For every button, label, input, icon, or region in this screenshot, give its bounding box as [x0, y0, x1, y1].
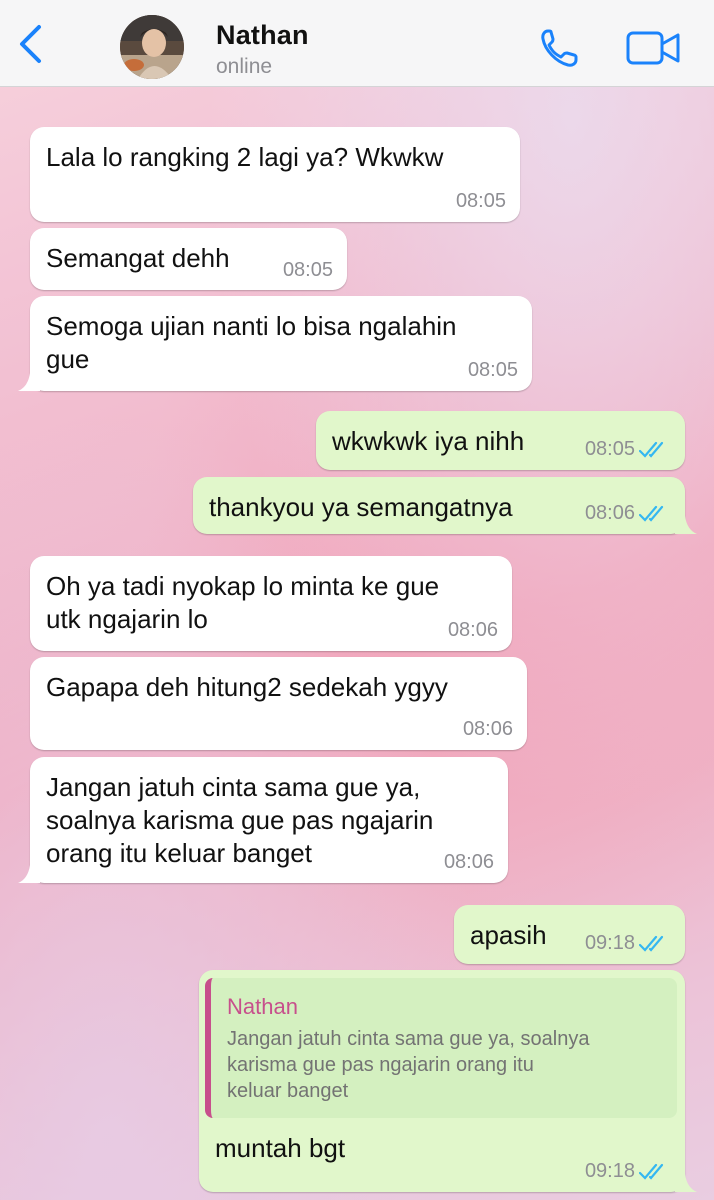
bubble-tail: [18, 373, 40, 391]
outgoing-message[interactable]: apasih 09:18: [454, 905, 685, 964]
message-time: 09:18: [584, 1160, 635, 1182]
chevron-left-icon: [17, 24, 43, 69]
quoted-message[interactable]: Nathan Jangan jatuh cinta sama gue ya, s…: [205, 978, 677, 1118]
quoted-text: Jangan jatuh cinta sama gue ya, soalnya …: [227, 1028, 590, 1102]
bubble-tail: [675, 1174, 697, 1192]
back-button[interactable]: [12, 24, 48, 68]
message-meta: 08:06: [585, 502, 669, 525]
message-meta: 08:05: [456, 190, 506, 213]
message-meta: 08:05: [283, 259, 333, 282]
message-time: 09:18: [584, 932, 635, 954]
message-time: 08:06: [443, 851, 494, 873]
message-meta: 08:06: [463, 718, 513, 741]
incoming-message[interactable]: Jangan jatuh cinta sama gue ya, soalnya …: [18, 757, 508, 883]
contact-status: online: [216, 55, 273, 78]
incoming-message[interactable]: Lala lo rangking 2 lagi ya? Wkwkw 08:05: [30, 127, 520, 222]
message-time: 08:05: [455, 190, 506, 212]
incoming-message[interactable]: Semangat dehh 08:05: [30, 228, 347, 290]
message-meta: 08:06: [444, 851, 494, 874]
outgoing-message[interactable]: wkwkwk iya nihh 08:05: [316, 411, 685, 470]
message-text: Gapapa deh hitung2 sedekah ygyy: [46, 672, 448, 702]
message-text: Oh ya tadi nyokap lo minta ke gue utk ng…: [46, 571, 440, 634]
avatar[interactable]: [120, 15, 184, 79]
message-text: Jangan jatuh cinta sama gue ya, soalnya …: [46, 772, 434, 868]
message-time: 08:06: [447, 619, 498, 641]
message-text: Lala lo rangking 2 lagi ya? Wkwkw: [46, 142, 444, 172]
phone-icon: [538, 29, 582, 74]
message-time: 08:06: [584, 502, 635, 524]
double-check-icon: [639, 935, 664, 952]
video-call-button[interactable]: [626, 30, 682, 66]
message-text: Semoga ujian nanti lo bisa ngalahin gue: [46, 311, 457, 374]
quoted-author: Nathan: [227, 994, 298, 1019]
message-meta: 09:18: [585, 1160, 669, 1183]
message-meta: 08:05: [468, 359, 518, 382]
chat-header: Nathan online: [0, 0, 714, 87]
incoming-message[interactable]: Semoga ujian nanti lo bisa ngalahin gue …: [18, 296, 532, 391]
message-meta: 08:05: [585, 438, 669, 461]
double-check-icon: [639, 1163, 664, 1180]
incoming-message[interactable]: Oh ya tadi nyokap lo minta ke gue utk ng…: [30, 556, 512, 651]
message-meta: 08:06: [448, 619, 498, 642]
double-check-icon: [639, 505, 664, 522]
outgoing-message[interactable]: thankyou ya semangatnya 08:06: [193, 477, 697, 534]
incoming-message[interactable]: Gapapa deh hitung2 sedekah ygyy 08:06: [30, 657, 527, 750]
message-time: 08:05: [282, 259, 333, 281]
double-check-icon: [639, 441, 664, 458]
message-time: 08:05: [584, 438, 635, 460]
contact-name[interactable]: Nathan: [216, 20, 309, 51]
bubble-tail: [18, 865, 40, 883]
message-meta: 09:18: [585, 932, 669, 955]
message-time: 08:05: [467, 359, 518, 381]
video-camera-icon: [626, 31, 682, 70]
message-time: 08:06: [462, 718, 513, 740]
call-button[interactable]: [538, 26, 582, 70]
bubble-tail: [675, 516, 697, 534]
chat-screen: Nathan online Lala lo rangking 2 lagi ya…: [0, 0, 714, 1200]
outgoing-reply-message[interactable]: Nathan Jangan jatuh cinta sama gue ya, s…: [199, 970, 697, 1192]
